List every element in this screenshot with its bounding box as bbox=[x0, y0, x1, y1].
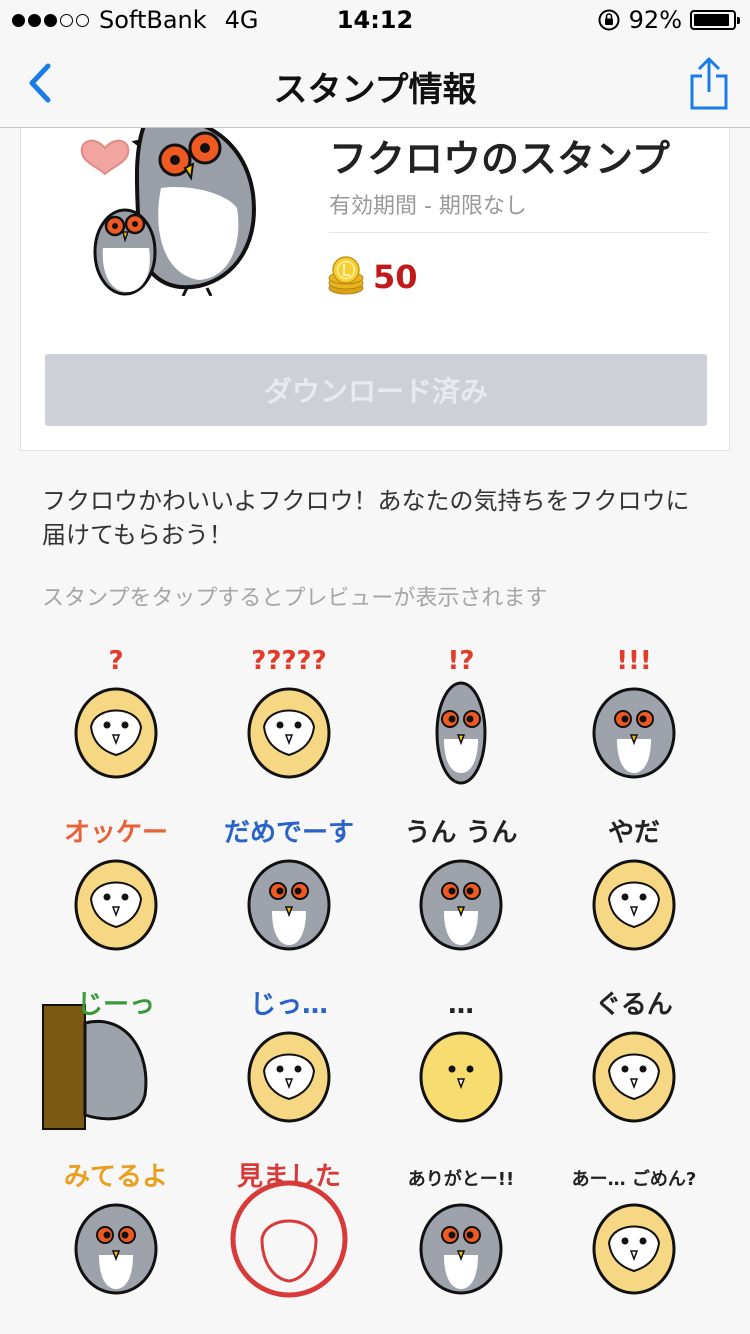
sticker-item[interactable]: オッケー bbox=[30, 800, 203, 972]
sticker-owl-image: あー… ごめん? bbox=[571, 1168, 696, 1295]
sticker-item[interactable]: じっ… bbox=[203, 972, 376, 1144]
sticker-item[interactable]: !? bbox=[375, 628, 548, 800]
sticker-item[interactable]: ? bbox=[30, 628, 203, 800]
sticker-owl-image: 見ました bbox=[230, 1162, 348, 1298]
sticker-item[interactable]: 見ました bbox=[203, 1144, 376, 1316]
sticker-owl-image: じーっ bbox=[42, 990, 155, 1130]
sticker-description: フクロウかわいいよフクロウ！あなたの気持ちをフクロウに届けてもらおう！ bbox=[42, 487, 690, 549]
product-title: フクロウのスタンプ bbox=[329, 137, 670, 181]
sticker-caption: !!! bbox=[616, 646, 652, 676]
sticker-owl-image: だめでーす bbox=[224, 818, 354, 951]
navigation-bar: スタンプ情報 bbox=[0, 40, 750, 128]
rotation-lock-icon bbox=[598, 9, 620, 31]
sticker-caption: じーっ bbox=[77, 990, 155, 1020]
sticker-caption: !? bbox=[448, 646, 475, 676]
coin-icon bbox=[328, 256, 364, 295]
sticker-caption: オッケー bbox=[64, 818, 168, 848]
preview-hint: スタンプをタップするとプレビューが表示されます bbox=[42, 586, 548, 611]
sticker-owl-image: ? bbox=[74, 646, 158, 779]
divider bbox=[329, 232, 709, 233]
battery-percent: 92% bbox=[628, 6, 682, 34]
sticker-item[interactable]: やだ bbox=[548, 800, 721, 972]
sticker-owl-image: じっ… bbox=[247, 990, 331, 1123]
sticker-owl-image: ????? bbox=[247, 646, 331, 779]
sticker-owl-image: オッケー bbox=[64, 818, 168, 951]
validity-period: 有効期間 - 期限なし bbox=[329, 194, 527, 219]
status-bar: SoftBank 4G 14:12 92% bbox=[0, 0, 750, 40]
sticker-caption: … bbox=[448, 990, 474, 1020]
sticker-caption: だめでーす bbox=[224, 818, 354, 848]
sticker-item[interactable]: じーっ bbox=[30, 972, 203, 1144]
sticker-caption: ????? bbox=[251, 646, 326, 676]
sticker-item[interactable]: ありがとー!! bbox=[375, 1144, 548, 1316]
status-right: 92% bbox=[597, 6, 740, 34]
sticker-caption: みてるよ bbox=[64, 1162, 168, 1192]
sticker-item[interactable]: みてるよ bbox=[30, 1144, 203, 1316]
sticker-caption: ありがとー!! bbox=[408, 1168, 514, 1190]
sticker-owl-image: ぐるん bbox=[592, 990, 676, 1123]
download-button[interactable]: ダウンロード済み bbox=[45, 354, 707, 426]
sticker-caption: 見ました bbox=[237, 1162, 341, 1192]
sticker-item[interactable]: あー… ごめん? bbox=[548, 1144, 721, 1316]
sticker-owl-image: みてるよ bbox=[64, 1162, 168, 1295]
sticker-item[interactable]: だめでーす bbox=[203, 800, 376, 972]
sticker-item[interactable]: ぐるん bbox=[548, 972, 721, 1144]
sticker-grid: ??????!?!!! オッケー だめでーす うん うん やだじーっ じっ… … ぐるんみてる… bbox=[30, 628, 720, 1316]
sticker-owl-image: ありがとー!! bbox=[408, 1168, 514, 1295]
sticker-caption: やだ bbox=[608, 818, 660, 848]
sticker-owl-image: やだ bbox=[592, 818, 676, 951]
sticker-owl-image: !!! bbox=[592, 646, 676, 779]
sticker-caption: うん うん bbox=[405, 818, 518, 848]
sticker-owl-image: !? bbox=[435, 646, 487, 785]
sticker-item[interactable]: ????? bbox=[203, 628, 376, 800]
sticker-item[interactable]: … bbox=[375, 972, 548, 1144]
battery-fill bbox=[694, 14, 729, 26]
sticker-owl-image: … bbox=[419, 990, 503, 1123]
sticker-caption: じっ… bbox=[250, 990, 328, 1020]
main-sticker-image bbox=[80, 128, 256, 296]
sticker-item[interactable]: うん うん bbox=[375, 800, 548, 972]
sticker-caption: ? bbox=[109, 646, 124, 676]
price-value: 50 bbox=[373, 258, 418, 296]
page-title: スタンプ情報 bbox=[273, 70, 477, 110]
sticker-owl-image: うん うん bbox=[405, 818, 518, 951]
sticker-item[interactable]: !!! bbox=[548, 628, 721, 800]
share-icon[interactable] bbox=[688, 56, 730, 112]
battery-icon bbox=[690, 10, 740, 30]
sticker-caption: あー… ごめん? bbox=[571, 1168, 696, 1190]
sticker-caption: ぐるん bbox=[595, 990, 672, 1020]
sticker-product-card: フクロウのスタンプ 有効期間 - 期限なし 50 ダウンロード済み bbox=[20, 128, 730, 451]
